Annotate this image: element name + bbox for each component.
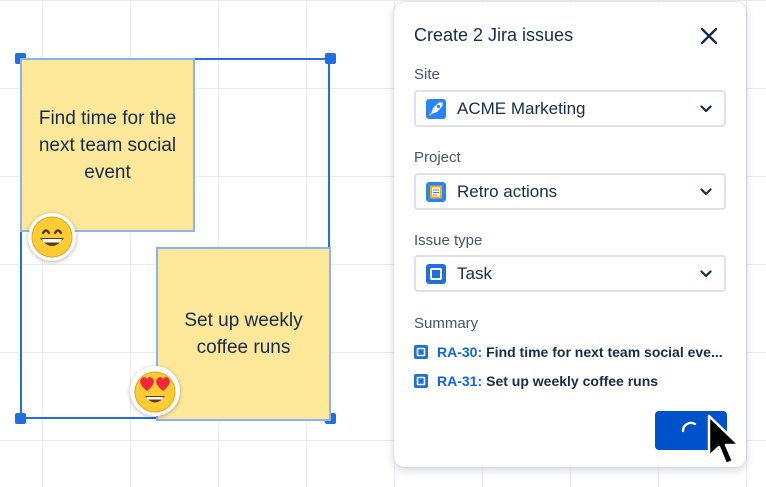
sticky-note-coffee-runs[interactable]: Set up weekly coffee runs <box>156 247 331 421</box>
summary-item: RA-30: Find time for next team social ev… <box>414 342 723 362</box>
sticky-note-text: Set up weekly coffee runs <box>184 310 303 358</box>
task-icon <box>414 374 428 388</box>
rocket-icon <box>426 98 446 119</box>
resize-handle-bottom-left[interactable] <box>15 413 26 424</box>
issue-summary-text: Set up weekly coffee runs <box>486 373 659 389</box>
issue-key-link[interactable]: RA-30: <box>437 344 482 360</box>
project-label: Project <box>414 149 461 166</box>
project-value: Retro actions <box>457 181 558 201</box>
close-icon <box>700 27 718 45</box>
close-button[interactable] <box>696 23 722 49</box>
heart-eyes-face-reaction-icon[interactable] <box>130 366 180 416</box>
issue-type-select[interactable]: Task <box>414 255 726 292</box>
chevron-down-icon <box>694 104 718 113</box>
task-icon <box>426 263 446 284</box>
create-jira-issues-dialog: Create 2 Jira issues Site ACME Marketing… <box>394 2 746 467</box>
project-select[interactable]: Retro actions <box>414 173 726 210</box>
issue-summary-text: Find time for next team social eve... <box>486 344 723 360</box>
summary-item: RA-31: Set up weekly coffee runs <box>414 371 658 391</box>
issue-type-value: Task <box>457 263 492 283</box>
issue-key-link[interactable]: RA-31: <box>437 373 482 389</box>
site-select[interactable]: ACME Marketing <box>414 90 726 127</box>
task-icon <box>414 345 428 359</box>
site-value: ACME Marketing <box>457 98 586 118</box>
sticky-note-social-event[interactable]: Find time for the next team social event <box>20 58 195 232</box>
chevron-down-icon <box>694 187 718 196</box>
site-label: Site <box>414 66 440 83</box>
chevron-down-icon <box>694 269 718 278</box>
mouse-pointer-icon <box>707 414 741 466</box>
resize-handle-top-right[interactable] <box>325 53 336 64</box>
dialog-title: Create 2 Jira issues <box>414 25 574 45</box>
spinner-icon <box>681 421 697 432</box>
sticky-note-text: Find time for the next team social event <box>38 107 177 183</box>
issue-type-label: Issue type <box>414 232 483 249</box>
notebook-icon <box>426 181 446 202</box>
summary-label: Summary <box>414 315 479 332</box>
grinning-face-reaction-icon[interactable] <box>28 213 76 261</box>
